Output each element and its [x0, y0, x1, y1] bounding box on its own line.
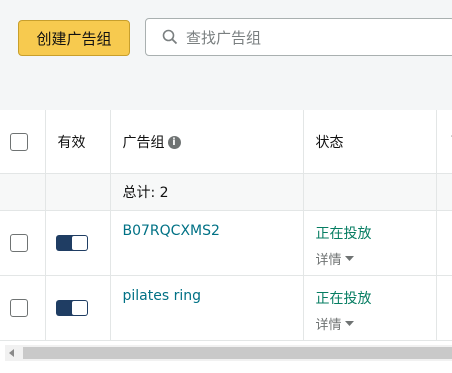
total-cell-empty — [0, 173, 46, 211]
total-cell-empty — [436, 173, 452, 211]
details-dropdown[interactable]: 详情 — [304, 243, 436, 268]
row-truncated-cell: 1 — [436, 275, 452, 341]
header-ad-group[interactable]: 广告组 i — [110, 110, 304, 174]
header-truncated-label: 7 — [437, 134, 452, 150]
toggle-knob — [71, 301, 87, 315]
header-status-label: 状态 — [315, 134, 344, 151]
search-input[interactable]: 查找广告组 — [145, 18, 452, 56]
row-name-cell: B07RQCXMS2 — [110, 210, 304, 276]
info-icon[interactable]: i — [167, 136, 181, 149]
select-all-checkbox[interactable] — [10, 132, 28, 151]
create-ad-group-label: 创建广告组 — [36, 29, 112, 48]
row-status-cell: 正在投放 详情 — [303, 275, 437, 341]
ad-group-link[interactable]: B07RQCXMS2 — [111, 211, 303, 239]
caret-down-icon — [344, 255, 354, 261]
search-placeholder: 查找广告组 — [186, 28, 262, 47]
row-select-cell — [0, 275, 46, 341]
row-checkbox[interactable] — [10, 299, 28, 317]
status-text: 正在投放 — [315, 226, 372, 242]
ad-groups-table: 有效 广告组i 状态 7 总计: 2 — [0, 110, 452, 341]
toolbar: 创建广告组 查找广告组 — [0, 0, 452, 111]
row-active-cell — [45, 275, 111, 341]
caret-down-icon — [344, 320, 354, 326]
toggle-knob — [71, 236, 87, 250]
details-label: 详情 — [315, 318, 342, 333]
status-text: 正在投放 — [315, 291, 372, 307]
details-dropdown[interactable]: 详情 — [304, 308, 436, 333]
row-select-cell — [0, 210, 46, 276]
header-active: 有效 — [45, 110, 111, 174]
total-label: 总计: 2 — [122, 185, 169, 201]
table-row: B07RQCXMS2 正在投放 详情 1 — [0, 210, 452, 276]
total-row: 总计: 2 — [0, 173, 452, 211]
search-icon — [162, 29, 178, 45]
header-status[interactable]: 状态 — [303, 110, 437, 174]
row-active-cell — [45, 210, 111, 276]
active-toggle[interactable] — [55, 300, 88, 316]
scroll-left-arrow-icon[interactable] — [7, 348, 17, 358]
header-select-all-cell — [0, 110, 46, 174]
table-header-row: 有效 广告组i 状态 7 — [0, 110, 452, 174]
ad-group-link[interactable]: pilates ring — [111, 276, 303, 304]
row-checkbox[interactable] — [10, 234, 28, 252]
header-ad-group-label: 广告组 — [122, 134, 165, 151]
create-ad-group-button[interactable]: 创建广告组 — [18, 20, 130, 56]
scrollbar-thumb[interactable] — [23, 347, 452, 359]
horizontal-scrollbar[interactable] — [5, 345, 452, 361]
truncated-value: 1 — [437, 211, 452, 239]
total-cell: 总计: 2 — [110, 173, 304, 211]
row-name-cell: pilates ring — [110, 275, 304, 341]
header-active-label: 有效 — [57, 134, 86, 151]
details-label: 详情 — [315, 253, 342, 268]
row-truncated-cell: 1 — [436, 210, 452, 276]
ad-groups-page: 创建广告组 查找广告组 有效 广告组 i 状态 总计: 2 B07RQCXMS2… — [0, 0, 452, 373]
total-cell-empty — [45, 173, 111, 211]
active-toggle[interactable] — [55, 235, 88, 251]
table-row: pilates ring 正在投放 详情 1 — [0, 275, 452, 341]
header-truncated: 7 — [436, 110, 452, 174]
total-cell-empty — [303, 173, 437, 211]
truncated-value: 1 — [437, 276, 452, 304]
row-status-cell: 正在投放 详情 — [303, 210, 437, 276]
